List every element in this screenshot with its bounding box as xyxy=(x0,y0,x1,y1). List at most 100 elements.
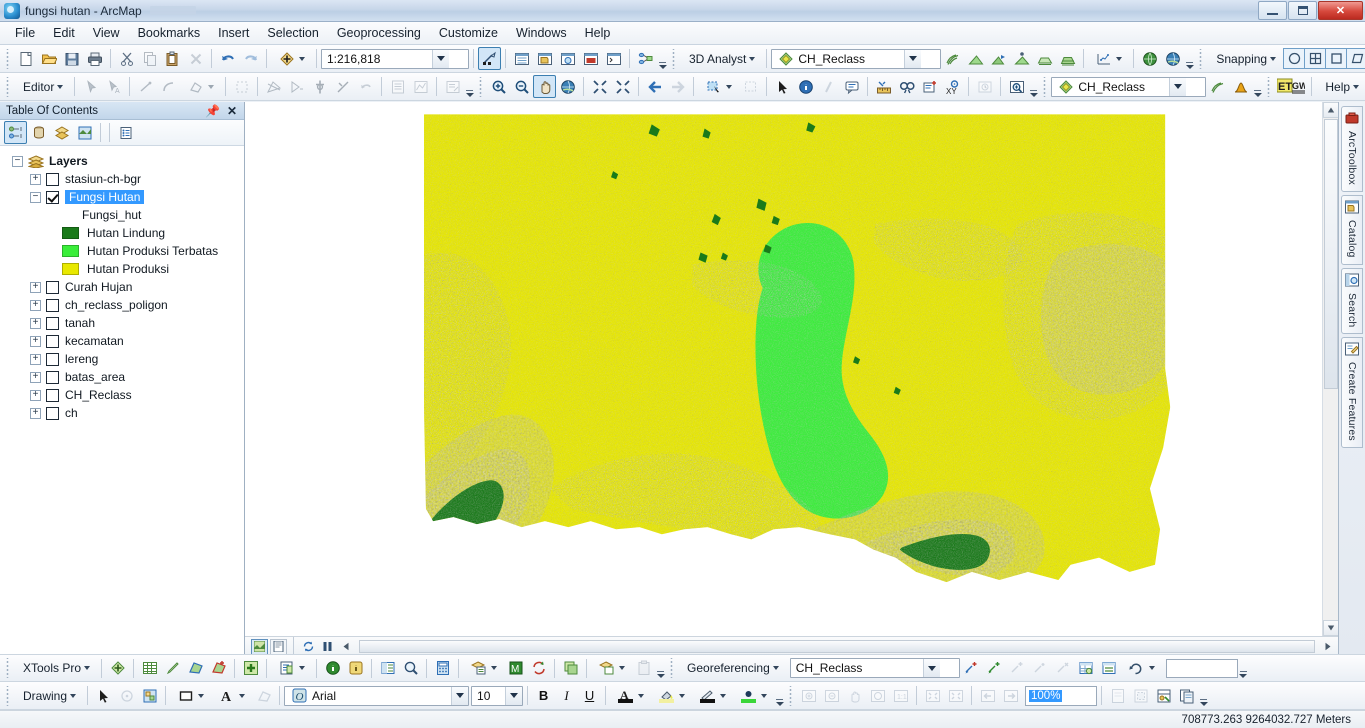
close-button[interactable]: ✕ xyxy=(1318,1,1363,20)
scale-dropdown-arrow[interactable] xyxy=(432,49,449,68)
scroll-down-arrow[interactable] xyxy=(1322,620,1338,636)
layout-fixed-zoom-out-icon[interactable] xyxy=(944,684,967,707)
layer-dropdown-arrow[interactable] xyxy=(904,49,922,68)
toolbar-overflow-layout[interactable] xyxy=(1198,685,1209,707)
histogram-icon[interactable] xyxy=(1229,75,1252,98)
rotate-georef-menu[interactable] xyxy=(1121,655,1162,681)
attributes-icon[interactable] xyxy=(386,75,409,98)
toolbar-overflow-spatial[interactable] xyxy=(1252,76,1263,98)
xtools-table-icon[interactable] xyxy=(138,657,161,680)
toc-legend-hutan-produksi[interactable]: Hutan Produksi xyxy=(6,260,244,278)
toc-layer-stasiun-ch-bgr[interactable]: + stasiun-ch-bgr xyxy=(6,170,244,188)
et-geowizards-icon[interactable]: ETGW xyxy=(1275,75,1307,98)
editor-menu[interactable]: Editor xyxy=(14,78,70,96)
xtools-shape-add-icon[interactable] xyxy=(207,657,230,680)
save-icon[interactable] xyxy=(60,47,83,70)
zoom-in-icon[interactable] xyxy=(487,75,510,98)
change-layout-icon[interactable] xyxy=(1152,684,1175,707)
expand-icon[interactable]: + xyxy=(30,173,41,185)
dock-tab-search[interactable]: Search xyxy=(1341,267,1363,335)
select-elements-icon[interactable] xyxy=(771,75,794,98)
toolbar-overflow-tools[interactable] xyxy=(1028,76,1039,98)
html-popup-icon[interactable] xyxy=(840,75,863,98)
menu-windows[interactable]: Windows xyxy=(507,24,576,42)
xtools-layers-menu[interactable] xyxy=(463,655,504,681)
font-dropdown-arrow[interactable] xyxy=(451,686,469,705)
font-size-combo[interactable]: 10 xyxy=(471,685,524,706)
identify-icon[interactable] xyxy=(794,75,817,98)
xtools-inspect-icon[interactable] xyxy=(399,657,422,680)
search-window-icon[interactable] xyxy=(556,47,579,70)
pin-icon[interactable]: 📌 xyxy=(205,104,220,118)
map-horizontal-scroll-thumb[interactable] xyxy=(359,640,1315,653)
toolbar-grip-drawing[interactable] xyxy=(5,685,11,706)
layer-visibility-checkbox[interactable] xyxy=(46,298,59,312)
interpolation-menu[interactable] xyxy=(1088,45,1129,72)
aspect-icon[interactable] xyxy=(987,47,1010,70)
snapping-menu[interactable]: Snapping xyxy=(1207,50,1283,68)
layer-select-combo[interactable]: CH_Reclass xyxy=(1051,76,1207,97)
select-features-menu[interactable] xyxy=(698,73,739,100)
select-elements-icon[interactable] xyxy=(92,684,115,707)
create-features-window-icon[interactable] xyxy=(441,75,464,98)
map-scroll-left-button[interactable] xyxy=(338,639,355,655)
toc-layer-kecamatan[interactable]: + kecamatan xyxy=(6,332,244,350)
contour-tool-icon[interactable] xyxy=(1206,75,1229,98)
catalog-window-icon[interactable] xyxy=(533,47,556,70)
list-by-source-icon[interactable] xyxy=(27,121,50,144)
font-family-combo[interactable]: O Arial xyxy=(284,685,470,706)
toc-options-icon[interactable] xyxy=(114,121,137,144)
forward-extent-icon[interactable] xyxy=(666,75,689,98)
toolbar-overflow-editor[interactable] xyxy=(464,76,475,98)
layer-visibility-checkbox[interactable] xyxy=(46,172,59,186)
xtools-info-green-icon[interactable] xyxy=(321,657,344,680)
measure-icon[interactable] xyxy=(872,75,895,98)
xtools-clipboard-icon[interactable] xyxy=(632,657,655,680)
toc-layer-ch-reclass[interactable]: + CH_Reclass xyxy=(6,386,244,404)
layer-visibility-checkbox[interactable] xyxy=(46,190,59,204)
font-color-menu[interactable]: A xyxy=(610,682,651,709)
xtools-shape-icon[interactable] xyxy=(184,657,207,680)
end-snapping-button[interactable] xyxy=(1346,48,1365,69)
layout-1-to-1-icon[interactable]: 1:1 xyxy=(889,684,912,707)
toolbar-grip-georef[interactable] xyxy=(669,658,676,678)
expand-icon[interactable]: + xyxy=(30,335,41,347)
data-driven-pages-icon[interactable] xyxy=(1175,684,1198,707)
copy-icon[interactable] xyxy=(138,47,161,70)
new-document-icon[interactable] xyxy=(14,47,37,70)
list-by-drawing-order-icon[interactable] xyxy=(4,121,27,144)
toc-layer-tanah[interactable]: + tanah xyxy=(6,314,244,332)
pause-drawing-button[interactable] xyxy=(319,639,336,655)
xtools-report-menu[interactable] xyxy=(271,655,312,681)
vertex-snapping-button[interactable] xyxy=(1304,48,1327,69)
new-rectangle-menu[interactable] xyxy=(170,682,211,709)
open-document-icon[interactable] xyxy=(37,47,60,70)
table-of-contents-icon[interactable] xyxy=(510,47,533,70)
dock-tab-arctoolbox[interactable]: ArcToolbox xyxy=(1341,106,1363,192)
arctoolbox-window-icon[interactable] xyxy=(579,47,602,70)
reshape-feature-icon[interactable] xyxy=(285,75,308,98)
split-tool-icon[interactable] xyxy=(308,75,331,98)
toolbar-overflow-xtools[interactable] xyxy=(655,657,666,679)
undo-edit-icon[interactable] xyxy=(354,75,377,98)
xtools-paste-layers-menu[interactable] xyxy=(591,655,632,681)
map-canvas[interactable] xyxy=(245,102,1338,636)
globe-green-icon[interactable] xyxy=(1138,47,1161,70)
vertical-scroll-thumb[interactable] xyxy=(1323,119,1338,389)
find-icon[interactable] xyxy=(895,75,918,98)
back-extent-icon[interactable] xyxy=(643,75,666,98)
edge-snapping-button[interactable] xyxy=(1325,48,1348,69)
construction-points-icon[interactable] xyxy=(230,75,253,98)
line-color-menu[interactable] xyxy=(692,682,733,709)
edit-vertices-icon[interactable] xyxy=(478,47,501,70)
slope-icon[interactable] xyxy=(964,47,987,70)
layer-dropdown-arrow[interactable] xyxy=(922,659,940,677)
python-window-icon[interactable] xyxy=(602,47,625,70)
refresh-view-button[interactable] xyxy=(300,639,317,655)
find-route-icon[interactable] xyxy=(918,75,941,98)
layer-dropdown-arrow[interactable] xyxy=(1169,77,1187,96)
menu-bookmarks[interactable]: Bookmarks xyxy=(129,24,210,42)
collapse-icon[interactable]: − xyxy=(30,191,41,203)
data-view-button[interactable] xyxy=(251,638,268,655)
expand-icon[interactable]: + xyxy=(30,371,41,383)
